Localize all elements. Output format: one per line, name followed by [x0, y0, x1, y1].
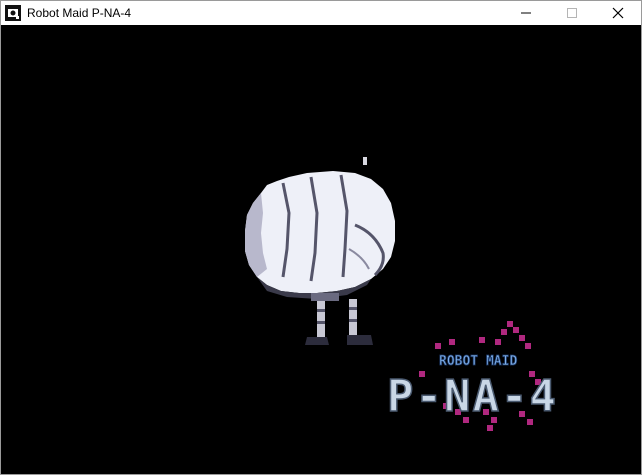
close-button[interactable]	[595, 1, 641, 25]
game-logo: ROBOT MAID P-NA-4	[379, 313, 589, 443]
minimize-button[interactable]	[503, 1, 549, 25]
minimize-icon	[521, 12, 531, 14]
window-title: Robot Maid P-NA-4	[27, 6, 132, 20]
logo-graphic: ROBOT MAID P-NA-4	[386, 321, 558, 431]
game-viewport[interactable]: ROBOT MAID P-NA-4	[1, 25, 641, 474]
app-window: Robot Maid P-NA-4 ROBOT MAID P-NA-4	[0, 0, 642, 475]
window-controls	[503, 1, 641, 25]
maximize-button[interactable]	[549, 1, 595, 25]
close-icon	[612, 7, 624, 19]
logo-subtitle: ROBOT MAID	[439, 354, 517, 369]
title-bar[interactable]: Robot Maid P-NA-4	[1, 1, 641, 25]
game-app-icon	[5, 5, 21, 21]
logo-title: P-NA-4	[387, 371, 558, 422]
maximize-icon	[567, 8, 577, 18]
